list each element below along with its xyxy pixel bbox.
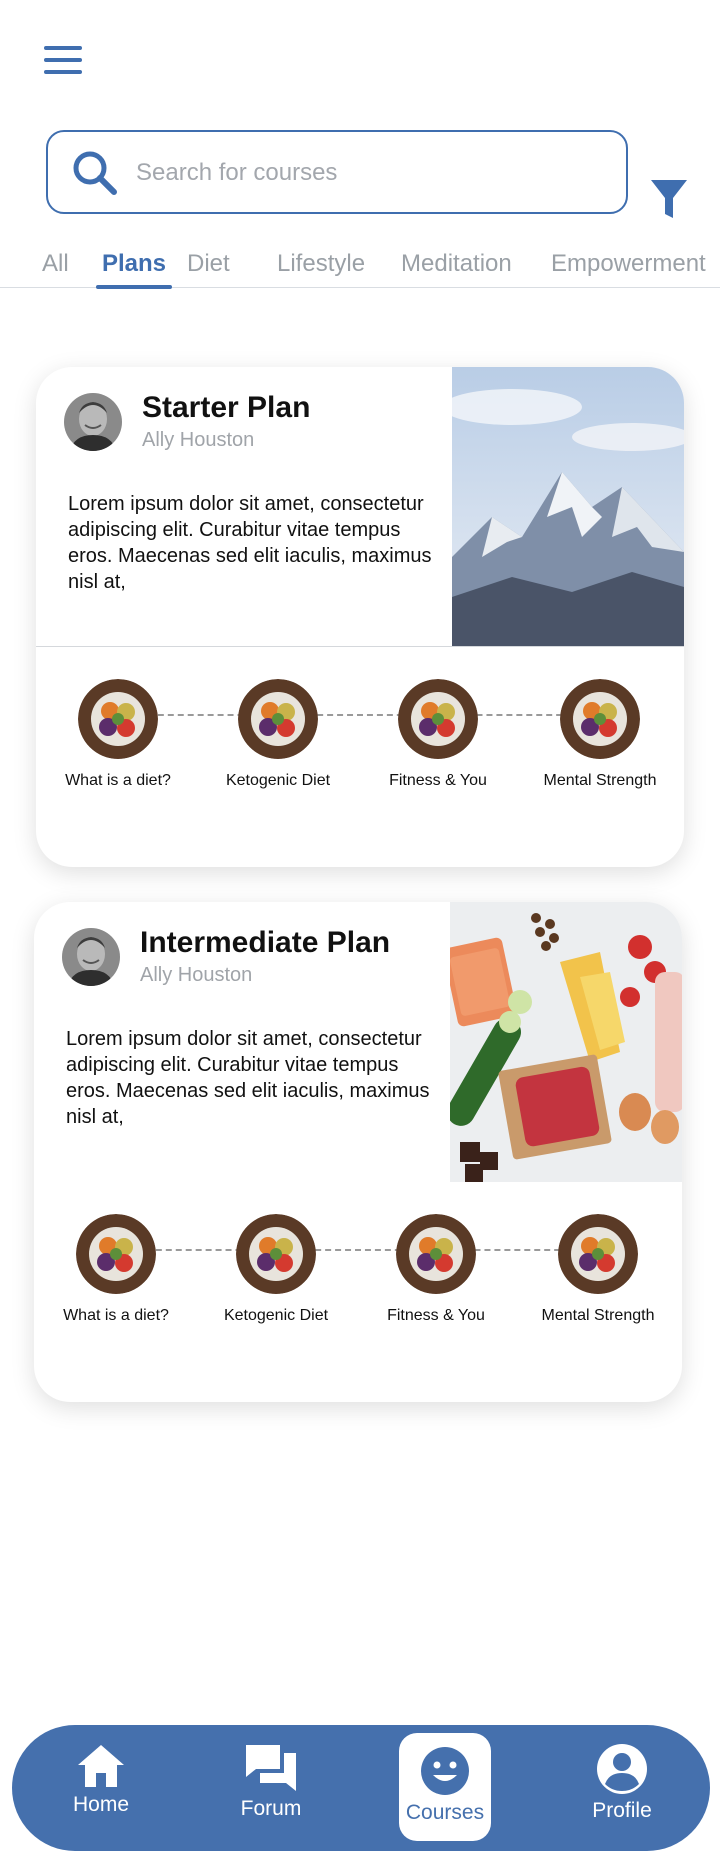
progress-line xyxy=(118,714,602,716)
step-item[interactable]: Fitness & You xyxy=(376,1214,496,1326)
step-label: Fitness & You xyxy=(389,772,487,789)
category-tabs: All Plans Diet Lifestyle Meditation Empo… xyxy=(0,250,720,289)
tab-all[interactable]: All xyxy=(42,250,69,288)
profile-icon xyxy=(597,1744,647,1794)
step-item[interactable]: Mental Strength xyxy=(540,679,660,791)
plan-description: Lorem ipsum dolor sit amet, consectetur … xyxy=(68,493,432,593)
plan-card-starter[interactable]: Starter Plan Ally Houston Lorem ipsum do… xyxy=(36,367,684,867)
menu-icon-bar xyxy=(44,58,82,62)
menu-button[interactable] xyxy=(44,46,82,74)
tab-plans[interactable]: Plans xyxy=(95,250,173,289)
step-label: Fitness & You xyxy=(387,1307,485,1324)
step-label: What is a diet? xyxy=(65,772,171,789)
plan-author: Ally Houston xyxy=(140,964,253,986)
search-icon[interactable] xyxy=(70,148,120,198)
plan-description: Lorem ipsum dolor sit amet, consectetur … xyxy=(66,1028,430,1128)
step-item[interactable]: What is a diet? xyxy=(58,679,178,791)
menu-icon xyxy=(44,46,82,50)
bottom-nav: Home Forum Courses Profile xyxy=(12,1725,710,1851)
food-bowl-thumbnail xyxy=(558,1214,638,1294)
tab-lifestyle[interactable]: Lifestyle xyxy=(277,250,365,288)
nav-courses[interactable]: Courses xyxy=(399,1733,491,1841)
tab-meditation[interactable]: Meditation xyxy=(401,250,512,288)
step-label: Ketogenic Diet xyxy=(223,1307,329,1324)
menu-icon-bar xyxy=(44,70,82,74)
step-label: Ketogenic Diet xyxy=(225,772,331,789)
tab-diet[interactable]: Diet xyxy=(187,250,230,288)
home-icon xyxy=(78,1745,124,1787)
food-bowl-thumbnail xyxy=(398,679,478,759)
progress-line xyxy=(116,1249,600,1251)
step-label: Mental Strength xyxy=(543,772,657,789)
step-item[interactable]: Ketogenic Diet xyxy=(218,679,338,791)
nav-forum[interactable]: Forum xyxy=(216,1725,326,1851)
avatar xyxy=(62,928,120,986)
food-bowl-thumbnail xyxy=(396,1214,476,1294)
food-bowl-thumbnail xyxy=(78,679,158,759)
step-item[interactable]: Ketogenic Diet xyxy=(216,1214,336,1326)
filter-icon[interactable] xyxy=(651,178,687,220)
search-input[interactable] xyxy=(136,150,606,196)
plan-author: Ally Houston xyxy=(142,429,255,451)
step-label: Mental Strength xyxy=(541,1307,655,1324)
step-label: What is a diet? xyxy=(63,1307,169,1324)
food-bowl-thumbnail xyxy=(238,679,318,759)
search-bar xyxy=(46,130,628,214)
nav-label: Profile xyxy=(592,1799,652,1822)
plan-steps: What is a diet? Ketogenic Diet Fitness &… xyxy=(34,1214,682,1364)
food-ingredients-image xyxy=(450,902,682,1182)
step-item[interactable]: Fitness & You xyxy=(378,679,498,791)
step-item[interactable]: Mental Strength xyxy=(538,1214,658,1326)
plan-card-intermediate[interactable]: Intermediate Plan Ally Houston Lorem ips… xyxy=(34,902,682,1402)
food-bowl-thumbnail xyxy=(76,1214,156,1294)
forum-icon xyxy=(246,1745,296,1791)
plan-title: Starter Plan xyxy=(142,391,311,424)
food-bowl-thumbnail xyxy=(560,679,640,759)
nav-label: Courses xyxy=(405,1801,485,1824)
tab-empowerment[interactable]: Empowerment xyxy=(551,250,706,288)
plan-steps: What is a diet? Ketogenic Diet Fitness &… xyxy=(36,679,684,829)
mountain-image xyxy=(452,367,684,647)
nav-home[interactable]: Home xyxy=(46,1725,156,1851)
nav-label: Home xyxy=(72,1793,130,1816)
nav-profile[interactable]: Profile xyxy=(567,1725,677,1851)
divider xyxy=(36,646,684,647)
step-item[interactable]: What is a diet? xyxy=(56,1214,176,1326)
avatar xyxy=(64,393,122,451)
smiley-icon xyxy=(421,1747,469,1795)
food-bowl-thumbnail xyxy=(236,1214,316,1294)
nav-label: Forum xyxy=(240,1797,302,1820)
plan-title: Intermediate Plan xyxy=(140,926,391,959)
